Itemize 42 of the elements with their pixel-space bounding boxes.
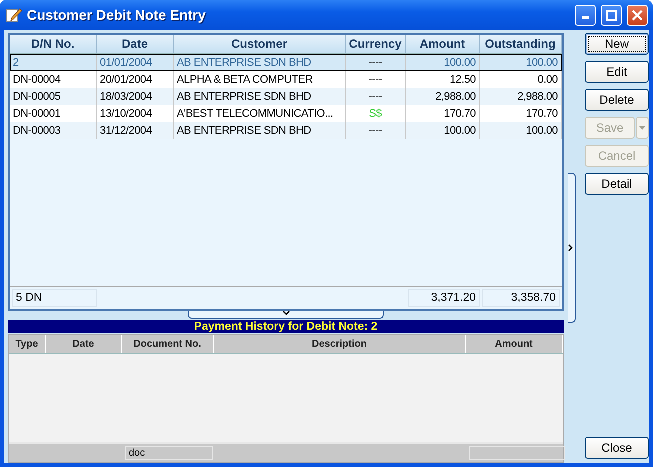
column-header[interactable]: Currency — [346, 35, 406, 53]
close-dialog-button[interactable]: Close — [585, 437, 649, 459]
table-row[interactable]: DN-00001 13/10/2004 A'BEST TELECOMMUNICATIO... S$ 170.70 170.70 — [10, 105, 562, 122]
table-cell: ---- — [346, 122, 406, 139]
table-cell: 100.00 — [480, 122, 562, 139]
column-header[interactable]: Customer — [174, 35, 346, 53]
action-button[interactable]: New — [585, 33, 649, 55]
footer-cell: doc — [125, 446, 213, 460]
maximize-icon — [606, 10, 617, 20]
column-header[interactable]: Type — [9, 335, 46, 353]
caret-icon — [639, 126, 646, 130]
table-cell: 100.00 — [406, 122, 480, 139]
payment-history-title: Payment History for Debit Note: 2 — [8, 320, 564, 333]
caret-icon — [568, 244, 574, 252]
table-cell: DN-00003 — [10, 122, 97, 139]
column-header[interactable]: Amount — [406, 35, 480, 53]
outstanding-total: 3,358.70 — [482, 289, 560, 307]
window-title: Customer Debit Note Entry — [27, 7, 207, 23]
action-button[interactable]: Edit — [585, 61, 649, 83]
amount-total: 3,371.20 — [408, 289, 480, 307]
column-header[interactable]: Description — [214, 335, 466, 353]
table-row[interactable]: DN-00004 20/01/2004 ALPHA & BETA COMPUTER ---- 12.50 0.00 — [10, 71, 562, 88]
side-splitter-handle[interactable] — [568, 173, 576, 323]
close-icon — [632, 10, 643, 20]
table-cell: 31/12/2004 — [97, 122, 174, 139]
close-button[interactable] — [627, 4, 648, 26]
column-header[interactable]: Date — [46, 335, 122, 353]
column-header[interactable]: Date — [97, 35, 174, 53]
action-button[interactable]: Delete — [585, 89, 649, 111]
table-row[interactable]: 2 01/01/2004 AB ENTERPRISE SDN BHD ---- 100.00 100.00 — [10, 54, 562, 71]
action-button[interactable]: Detail — [585, 173, 649, 195]
column-header[interactable]: Document No. — [122, 335, 214, 353]
splitter-handle[interactable] — [188, 311, 384, 319]
record-count: 5 DN — [12, 289, 97, 307]
table-cell: AB ENTERPRISE SDN BHD — [174, 122, 346, 139]
caret-icon — [282, 311, 290, 316]
maximize-button[interactable] — [601, 4, 622, 26]
note-pencil-icon — [6, 7, 22, 23]
column-header[interactable]: Outstanding — [480, 35, 562, 53]
column-header[interactable]: D/N No. — [10, 35, 97, 53]
minimize-button[interactable] — [575, 4, 596, 26]
column-header[interactable]: Amount — [466, 335, 563, 353]
